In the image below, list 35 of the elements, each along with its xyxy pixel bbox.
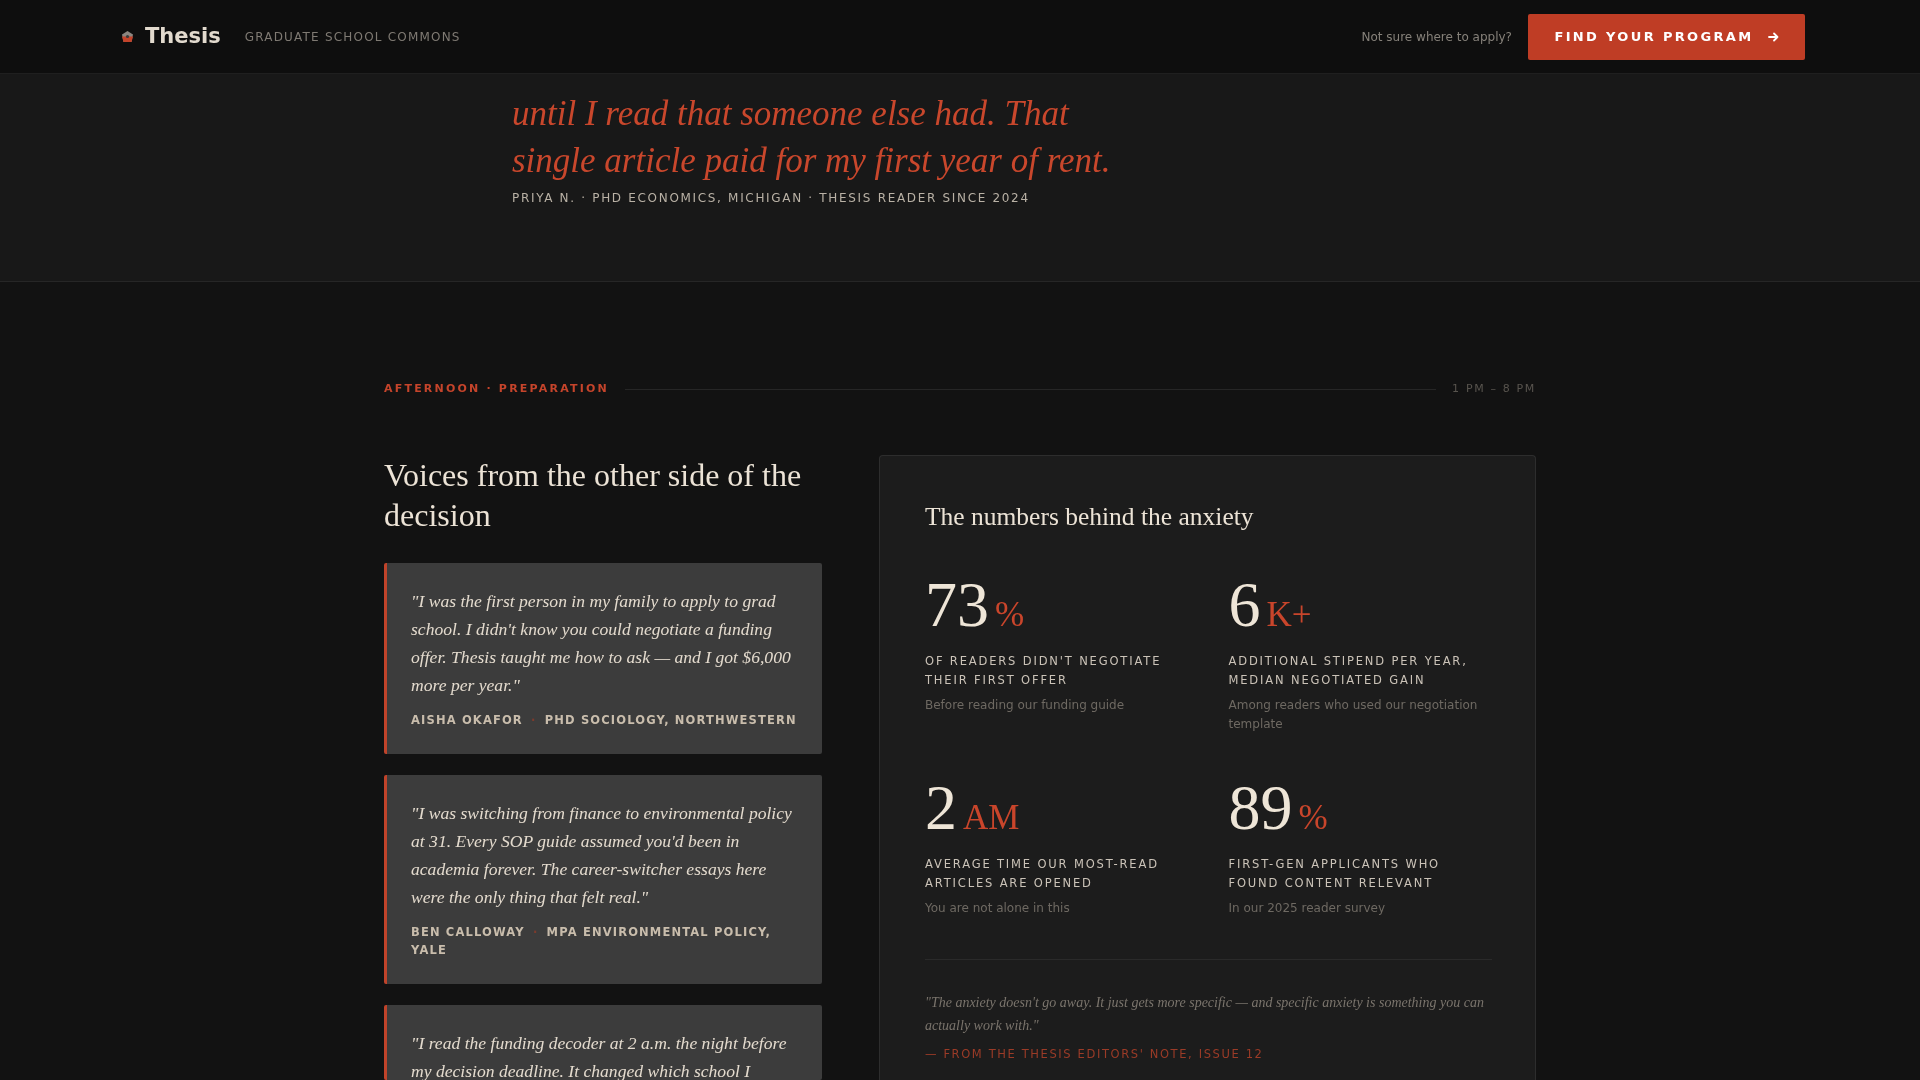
stat-unit: % — [1298, 800, 1328, 835]
stats-title: The numbers behind the anxiety — [925, 501, 1255, 533]
stat-label: AVERAGE TIME OUR MOST-READ ARTICLES ARE OPENED — [925, 856, 1160, 892]
editor-quote: "The anxiety doesn't go away. It just gets more specific — and specific anxiety is something you can actually work with." — [925, 994, 1485, 1035]
stat-note: Among readers who used our negotiation template — [1228, 697, 1479, 733]
editor-attribution: — FROM THE THESIS EDITORS' NOTE, ISSUE 12 — [925, 1046, 1265, 1063]
featured-quote: until I read that someone else had. That single article paid for my first year of rent. — [512, 93, 1112, 182]
stat-value: 2 — [925, 776, 957, 840]
stat-label: OF READERS DIDN'T NEGOTIATE THEIR FIRST OFFER — [925, 653, 1163, 689]
author-credit: BEN CALLOWAY · MPA ENVIRONMENTAL POLICY, YALE — [411, 924, 773, 959]
author-credit: AISHA OKAFOR · PHD SOCIOLOGY, NORTHWESTERN — [411, 712, 798, 729]
stat-value: 73 — [925, 573, 989, 637]
stat-unit: AM — [963, 800, 1020, 835]
testimonial-quote: "I was switching from finance to environmental policy at 31. Every SOP guide assumed you'd been in academia forever. The career-switcher essays here were the only thing that felt real." — [411, 802, 793, 909]
brand-name[interactable]: Thesis — [145, 20, 221, 53]
stat-note: Before reading our funding guide — [925, 697, 1126, 714]
stat-label: ADDITIONAL STIPEND PER YEAR, MEDIAN NEGOTIATED GAIN — [1228, 653, 1469, 689]
testimonial-quote: "I was the first person in my family to apply to grad school. I didn't know you could negotiate a funding offer. Thesis taught me how to ask — and I got $6,000 more per year." — [411, 590, 792, 697]
section-label: AFTERNOON · PREPARATION — [384, 380, 609, 397]
gem-icon — [122, 31, 133, 42]
find-program-button[interactable]: FIND YOUR PROGRAM — [1528, 13, 1805, 60]
stat-value: 89 — [1228, 776, 1293, 840]
stat-value: 6 — [1228, 573, 1261, 637]
testimonial-quote: "I read the funding decoder at 2 a.m. the night before my decision deadline. It changed which school I — [411, 1032, 788, 1080]
help-prompt: Not sure where to apply? — [1361, 28, 1512, 46]
site-tagline: GRADUATE SCHOOL COMMONS — [244, 28, 461, 46]
time-range: 1 PM – 8 PM — [1452, 380, 1536, 397]
quote-attribution: PRIYA N. · PHD ECONOMICS, MICHIGAN · THESIS READER SINCE 2024 — [512, 190, 1030, 207]
stat-note: You are not alone in this — [925, 900, 1071, 917]
stat-note: In our 2025 reader survey — [1228, 900, 1387, 917]
stat-unit: K+ — [1266, 597, 1312, 632]
arrow-right-icon — [1767, 31, 1779, 42]
stat-label: FIRST-GEN APPLICANTS WHO FOUND CONTENT RELEVANT — [1228, 856, 1442, 892]
section-heading: Voices from the other side of the decision — [384, 456, 803, 535]
stat-unit: % — [995, 597, 1025, 632]
